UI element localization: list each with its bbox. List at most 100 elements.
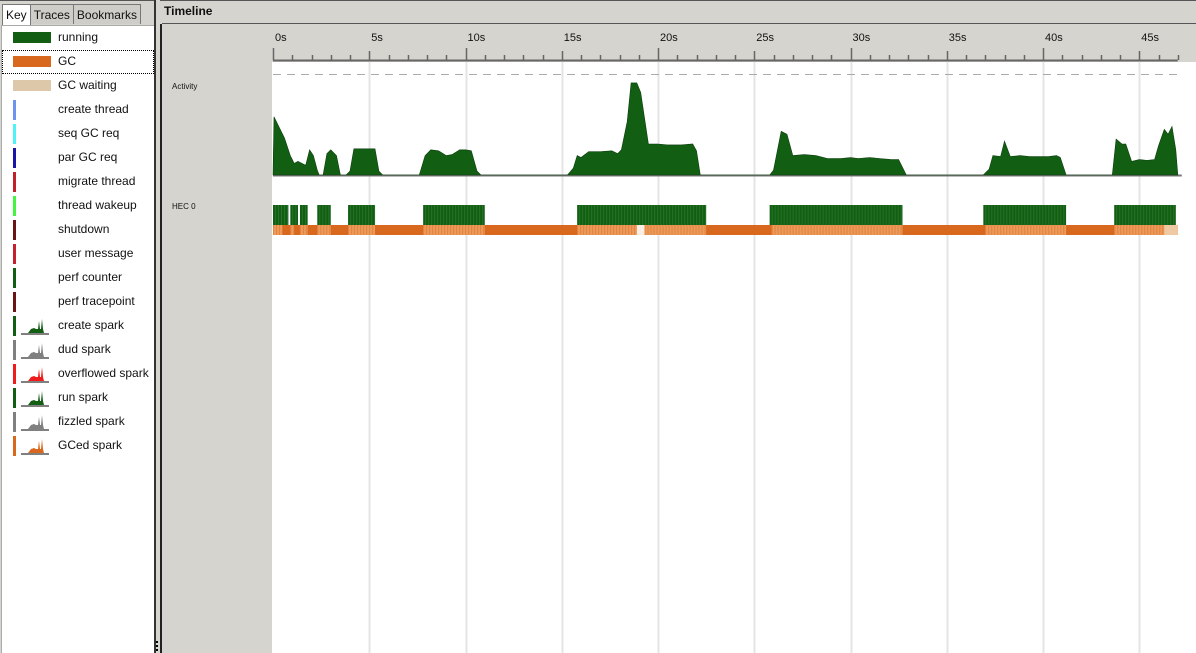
gc-stripe (1042, 225, 1044, 235)
running-stripe (639, 205, 641, 225)
key-item-migrate-thread[interactable]: migrate thread (2, 170, 154, 194)
key-item-label: overflowed spark (58, 366, 149, 380)
key-item-par-gc-req[interactable]: par GC req (2, 146, 154, 170)
running-stripe (690, 205, 692, 225)
key-item-thread-wakeup[interactable]: thread wakeup (2, 194, 154, 218)
color-swatch (13, 56, 51, 67)
gc-stripe (870, 225, 872, 235)
gc-stripe (282, 225, 283, 235)
key-item-create-thread[interactable]: create thread (2, 98, 154, 122)
key-item-perf-tracepoint[interactable]: perf tracepoint (2, 290, 154, 314)
running-stripe (467, 205, 469, 225)
running-stripe (1122, 205, 1124, 225)
running-stripe (1167, 205, 1169, 225)
event-line-swatch (13, 148, 16, 168)
gc-stripe (459, 225, 461, 235)
gc-stripe (471, 225, 473, 235)
event-line-swatch (13, 292, 16, 312)
window-top-border (0, 0, 1196, 1)
key-item-run-spark[interactable]: run spark (2, 386, 154, 410)
key-item-label: seq GC req (58, 126, 120, 140)
running-stripe (431, 205, 433, 225)
gc-stripe (825, 225, 827, 235)
running-stripe (876, 205, 878, 225)
spark-graph-icon (21, 415, 49, 431)
key-item-perf-counter[interactable]: perf counter (2, 266, 154, 290)
running-stripe (642, 205, 644, 225)
running-stripe (1057, 205, 1059, 225)
key-item-gced-spark[interactable]: GCed spark (2, 434, 154, 458)
key-item-seq-gc-req[interactable]: seq GC req (2, 122, 154, 146)
gc-stripe (1063, 225, 1065, 235)
running-stripe (672, 205, 674, 225)
key-item-create-spark[interactable]: create spark (2, 314, 154, 338)
running-stripe (359, 205, 361, 225)
running-stripe (1018, 205, 1020, 225)
key-item-gc-waiting[interactable]: GC waiting (2, 74, 154, 98)
timeline-canvas[interactable] (272, 24, 1196, 653)
key-item-fizzled-spark[interactable]: fizzled spark (2, 410, 154, 434)
running-stripe (479, 205, 481, 225)
key-item-label: shutdown (58, 222, 110, 236)
gc-stripe (1045, 225, 1047, 235)
gc-stripe (468, 225, 470, 235)
gc-stripe (363, 225, 365, 235)
key-item-gc[interactable]: GC (2, 50, 154, 74)
running-stripe (777, 205, 779, 225)
gc-stripe (320, 225, 322, 235)
running-stripe (621, 205, 623, 225)
key-item-overflowed-spark[interactable]: overflowed spark (2, 362, 154, 386)
running-stripe (319, 205, 321, 225)
gc-stripe (704, 225, 706, 235)
event-line-swatch (13, 244, 16, 264)
key-item-dud-spark[interactable]: dud spark (2, 338, 154, 362)
running-stripe (275, 205, 276, 225)
tab-key[interactable]: Key (2, 4, 31, 25)
running-stripe (675, 205, 677, 225)
gc-stripe (888, 225, 890, 235)
timeline-plot[interactable] (272, 24, 1196, 653)
running-stripe (446, 205, 448, 225)
gc-stripe (659, 225, 661, 235)
running-stripe (1149, 205, 1151, 225)
key-item-shutdown[interactable]: shutdown (2, 218, 154, 242)
gc-stripe (628, 225, 630, 235)
running-stripe (810, 205, 812, 225)
running-stripe (804, 205, 806, 225)
tick-label: 45s (1141, 32, 1159, 44)
running-bar (423, 205, 485, 225)
row-label-column: Activity HEC 0 (162, 24, 272, 653)
running-stripe (1152, 205, 1154, 225)
running-stripe (612, 205, 614, 225)
running-stripe (1042, 205, 1044, 225)
splitter-handle-dot[interactable] (156, 645, 158, 647)
tab-bookmarks[interactable]: Bookmarks (72, 4, 141, 24)
gc-stripe (598, 225, 600, 235)
key-item-running[interactable]: running (2, 26, 154, 50)
gc-stripe (780, 225, 782, 235)
tab-traces[interactable]: Traces (29, 4, 74, 24)
gc-stripe (1117, 225, 1119, 235)
gc-stripe (807, 225, 809, 235)
running-stripe (1170, 205, 1172, 225)
running-stripe (594, 205, 596, 225)
gc-stripe (441, 225, 443, 235)
splitter-handle-dot[interactable] (156, 649, 158, 651)
splitter-handle-dot[interactable] (156, 641, 158, 643)
gc-stripe (650, 225, 652, 235)
running-bar (577, 205, 707, 225)
color-swatch (13, 32, 51, 43)
gc-stripe (586, 225, 588, 235)
tick-label: 20s (660, 32, 678, 44)
key-item-user-message[interactable]: user message (2, 242, 154, 266)
time-ruler[interactable]: 0s 5s 10s 15s 20s 25s 30s 35s 40s 45s (272, 24, 1196, 62)
gc-stripe (1018, 225, 1020, 235)
gc-stripe (369, 225, 371, 235)
gc-stripe (647, 225, 649, 235)
running-stripe (771, 205, 773, 225)
gc-stripe (290, 225, 292, 235)
running-stripe (870, 205, 872, 225)
running-bar (348, 205, 376, 225)
running-bar (290, 205, 299, 225)
event-line-swatch (13, 388, 16, 408)
